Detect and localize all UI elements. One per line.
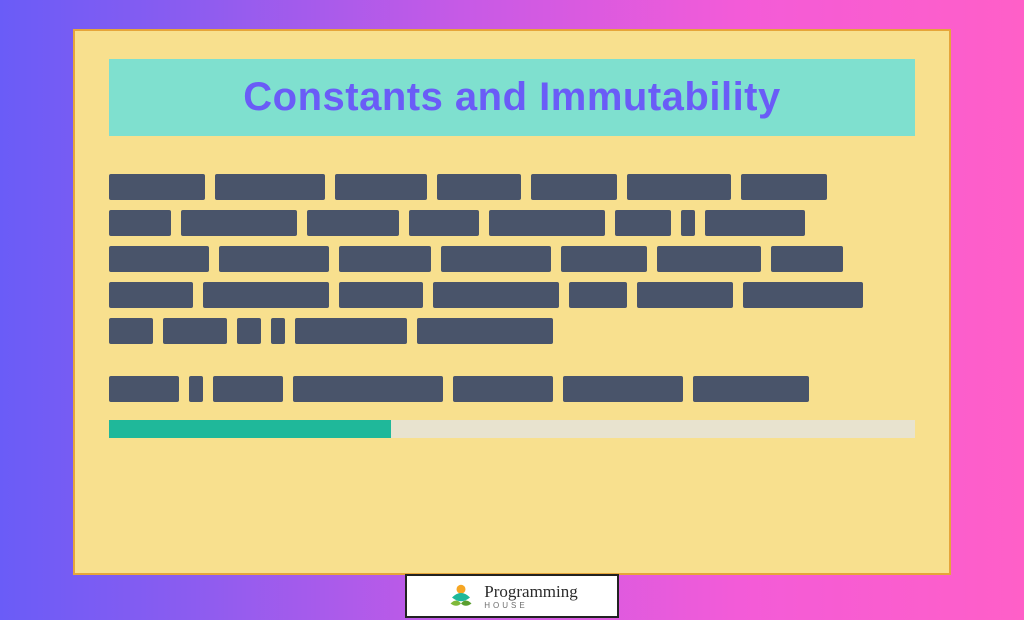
placeholder-word: [743, 282, 863, 308]
placeholder-word: [453, 376, 553, 402]
progress-bar[interactable]: [109, 420, 915, 438]
placeholder-word: [109, 174, 205, 200]
brand-logo-icon: [446, 581, 476, 611]
placeholder-word: [705, 210, 805, 236]
placeholder-word: [109, 246, 209, 272]
placeholder-word: [627, 174, 731, 200]
placeholder-word: [181, 210, 297, 236]
placeholder-line: [109, 282, 915, 308]
placeholder-word: [409, 210, 479, 236]
placeholder-word: [293, 376, 443, 402]
placeholder-line: [109, 210, 915, 236]
placeholder-word: [219, 246, 329, 272]
page-title: Constants and Immutability: [119, 75, 905, 120]
placeholder-word: [693, 376, 809, 402]
paragraph-gap: [109, 354, 915, 376]
placeholder-word: [237, 318, 261, 344]
placeholder-word: [109, 282, 193, 308]
placeholder-word: [771, 246, 843, 272]
brand-name: Programming: [484, 583, 578, 600]
placeholder-word: [213, 376, 283, 402]
body-placeholder-paragraph-2: [109, 376, 915, 402]
body-placeholder-paragraph-1: [109, 174, 915, 344]
placeholder-word: [569, 282, 627, 308]
placeholder-word: [203, 282, 329, 308]
placeholder-word: [741, 174, 827, 200]
brand-badge: Programming HOUSE: [405, 574, 619, 618]
placeholder-word: [109, 210, 171, 236]
placeholder-word: [637, 282, 733, 308]
placeholder-line: [109, 174, 915, 200]
placeholder-word: [271, 318, 285, 344]
placeholder-word: [163, 318, 227, 344]
placeholder-word: [681, 210, 695, 236]
placeholder-word: [295, 318, 407, 344]
placeholder-word: [441, 246, 551, 272]
placeholder-word: [563, 376, 683, 402]
placeholder-word: [433, 282, 559, 308]
placeholder-line: [109, 376, 915, 402]
placeholder-word: [615, 210, 671, 236]
brand-sub: HOUSE: [484, 602, 578, 610]
placeholder-word: [189, 376, 203, 402]
content-card: Constants and Immutability: [73, 29, 951, 575]
placeholder-word: [109, 318, 153, 344]
placeholder-line: [109, 246, 915, 272]
placeholder-word: [657, 246, 761, 272]
placeholder-word: [339, 282, 423, 308]
placeholder-word: [437, 174, 521, 200]
placeholder-word: [417, 318, 553, 344]
placeholder-word: [531, 174, 617, 200]
placeholder-word: [561, 246, 647, 272]
title-banner: Constants and Immutability: [109, 59, 915, 136]
brand-text: Programming HOUSE: [484, 583, 578, 610]
placeholder-line: [109, 318, 915, 344]
placeholder-word: [307, 210, 399, 236]
placeholder-word: [215, 174, 325, 200]
placeholder-word: [339, 246, 431, 272]
placeholder-word: [109, 376, 179, 402]
placeholder-word: [335, 174, 427, 200]
progress-fill: [109, 420, 391, 438]
placeholder-word: [489, 210, 605, 236]
gradient-background: Constants and Immutability Programming H…: [0, 0, 1024, 620]
